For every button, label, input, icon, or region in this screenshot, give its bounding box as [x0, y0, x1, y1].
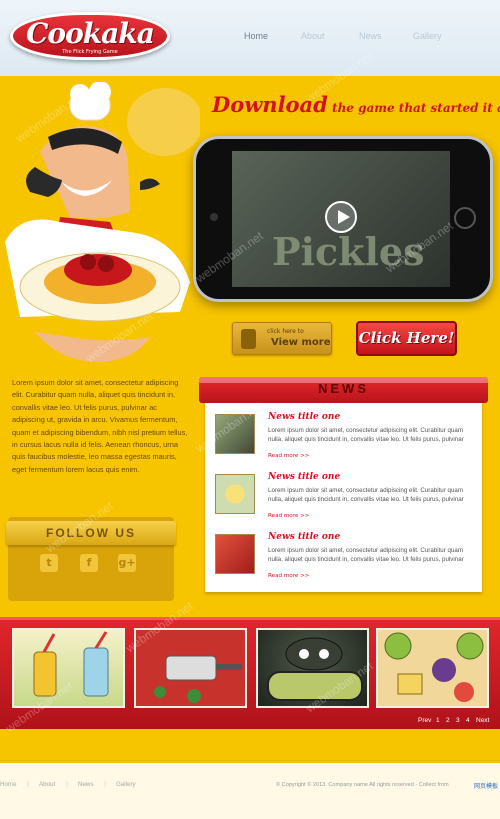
phone-icon [241, 329, 256, 349]
nav-gallery[interactable]: Gallery [413, 31, 442, 41]
chef-illustration [5, 82, 200, 362]
news-item: News title one Lorem ipsum dolor sit ame… [215, 412, 475, 466]
logo-text: Cookaka [26, 17, 155, 50]
click-here-button[interactable]: Click Here! [356, 321, 457, 356]
pager-next[interactable]: Next [476, 717, 489, 724]
view-more-small-label: click here to [267, 328, 304, 335]
download-word: Download [212, 92, 328, 117]
view-more-button[interactable]: click here to View more [232, 322, 332, 355]
copyright-text: © Copyright © 2013. Company name All rig… [276, 782, 449, 788]
footer-separator: | [66, 781, 69, 788]
follow-us-banner: FOLLOW US [6, 521, 176, 545]
twitter-icon[interactable]: t [40, 554, 58, 572]
footer-nav-about[interactable]: About [39, 781, 55, 788]
news-panel: NEWS News title one Lorem ipsum dolor si… [199, 377, 488, 592]
intro-paragraph: Lorem ipsum dolor sit amet, consectetur … [12, 378, 188, 474]
news-title: NEWS [318, 381, 369, 396]
news-item-body: Lorem ipsum dolor sit amet, consectetur … [268, 427, 464, 443]
pager-page-1[interactable]: 1 [436, 717, 440, 724]
footer-nav-home[interactable]: Home [0, 781, 17, 788]
logo[interactable]: Cookaka The Flick Frying Game [10, 12, 170, 60]
download-tagline: the game that started it all! [327, 101, 500, 115]
play-icon[interactable] [325, 201, 357, 233]
google-plus-icon[interactable]: g+ [118, 554, 136, 572]
footer-nav-gallery[interactable]: Gallery [116, 781, 136, 788]
pager-prev[interactable]: Prev [418, 717, 431, 724]
footer-nav-news[interactable]: News [78, 781, 93, 788]
gallery-strip: Prev 1 2 3 4 Next [0, 617, 500, 729]
download-headline: Download the game that started it all! [212, 92, 500, 117]
site-header: Cookaka The Flick Frying Game Home About… [0, 0, 500, 76]
facebook-icon[interactable]: f [80, 554, 98, 572]
pager-page-4[interactable]: 4 [466, 717, 470, 724]
nav-home[interactable]: Home [244, 31, 268, 41]
follow-us-panel: FOLLOW US t f g+ [6, 517, 176, 601]
news-item-title[interactable]: News title one [268, 472, 340, 482]
read-more-link[interactable]: Read more >> [268, 573, 309, 579]
news-item-title[interactable]: News title one [268, 532, 340, 542]
home-button-icon [454, 207, 476, 229]
footer-divider [0, 760, 500, 761]
copyright-link[interactable]: 网页模板 [474, 781, 498, 790]
nav-news[interactable]: News [359, 31, 382, 41]
site-footer: Home | About | News | Gallery © Copyrigh… [0, 763, 500, 819]
read-more-link[interactable]: Read more >> [268, 453, 309, 459]
news-item: News title one Lorem ipsum dolor sit ame… [215, 532, 475, 586]
footer-separator: | [104, 781, 107, 788]
footer-separator: | [27, 781, 30, 788]
pager-page-3[interactable]: 3 [456, 717, 460, 724]
gallery-image-pickles[interactable] [256, 628, 369, 708]
logo-tagline: The Flick Frying Game [62, 49, 118, 55]
view-more-label: View more [271, 337, 331, 348]
news-thumbnail[interactable] [215, 474, 255, 514]
read-more-link[interactable]: Read more >> [268, 513, 309, 519]
gallery-image-fruits[interactable] [376, 628, 489, 708]
news-item-body: Lorem ipsum dolor sit amet, consectetur … [268, 487, 464, 503]
pager-page-2[interactable]: 2 [446, 717, 450, 724]
news-item-title[interactable]: News title one [268, 412, 340, 422]
camera-icon [210, 213, 218, 221]
phone-video-player: Pickles [193, 136, 493, 302]
news-thumbnail[interactable] [215, 414, 255, 454]
gallery-image-drinks[interactable] [12, 628, 125, 708]
video-screen[interactable]: Pickles [232, 151, 450, 287]
news-item: News title one Lorem ipsum dolor sit ame… [215, 472, 475, 526]
screen-title: Pickles [272, 229, 425, 274]
news-thumbnail[interactable] [215, 534, 255, 574]
gallery-image-pan[interactable] [134, 628, 247, 708]
nav-about[interactable]: About [301, 31, 325, 41]
news-ribbon: NEWS [199, 377, 488, 403]
follow-us-title: FOLLOW US [46, 526, 136, 540]
news-item-body: Lorem ipsum dolor sit amet, consectetur … [268, 547, 464, 563]
